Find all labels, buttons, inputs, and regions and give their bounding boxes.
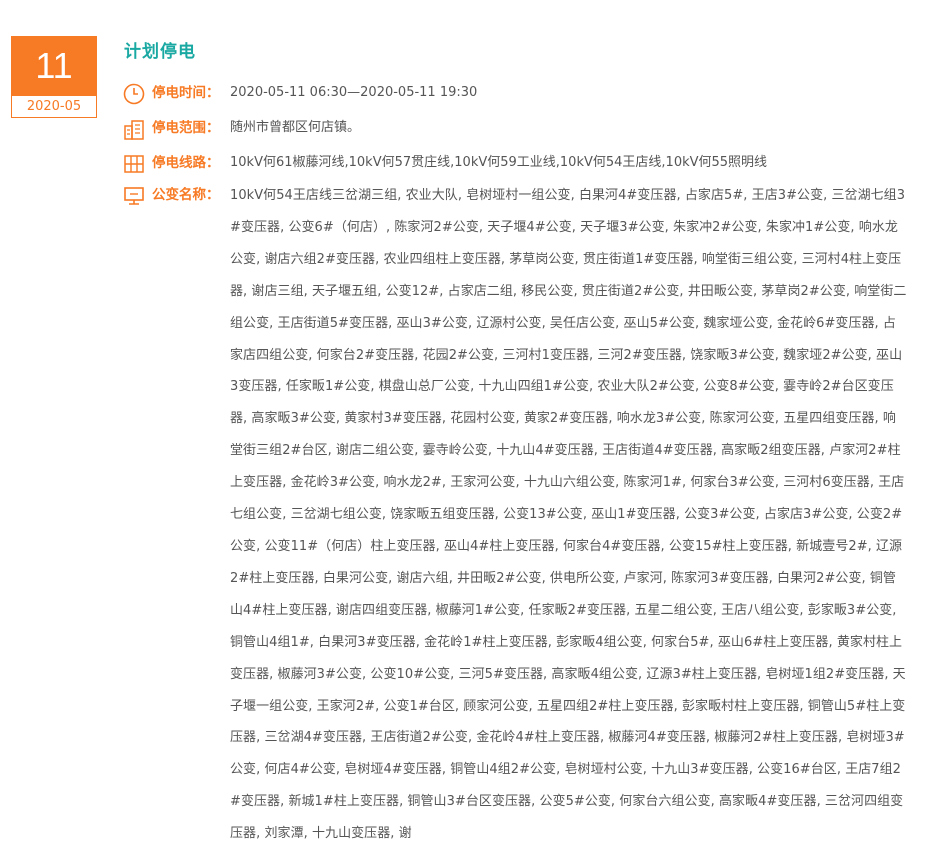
outage-scope-value: 随州市曾都区何店镇。 bbox=[230, 120, 361, 135]
transformers-value: 10kV何54王店线三岔湖三组, 农业大队, 皂树垭村一组公变, 白果河4#变压… bbox=[230, 188, 907, 842]
clock-icon bbox=[123, 83, 145, 105]
outage-time-value: 2020-05-11 06:30—2020-05-11 19:30 bbox=[230, 85, 478, 100]
transformers-row: 公变名称： 10kV何54王店线三岔湖三组, 农业大队, 皂树垭村一组公变, 白… bbox=[123, 180, 908, 850]
grid-icon bbox=[124, 155, 144, 173]
outage-scope-label: 停电范围： bbox=[152, 120, 220, 136]
date-day: 11 bbox=[11, 36, 97, 96]
transformers-label: 公变名称： bbox=[152, 187, 220, 203]
date-badge: 11 2020-05 bbox=[11, 36, 97, 118]
notice-title[interactable]: 计划停电 bbox=[124, 37, 196, 62]
outage-lines-label: 停电线路： bbox=[152, 155, 220, 171]
outage-lines-value: 10kV何61椒藤河线,10kV何57贯庄线,10kV何59工业线,10kV何5… bbox=[230, 155, 768, 170]
date-month: 2020-05 bbox=[11, 96, 97, 118]
outage-time-label: 停电时间： bbox=[152, 85, 220, 101]
building-icon bbox=[124, 120, 144, 140]
monitor-icon bbox=[124, 187, 144, 205]
